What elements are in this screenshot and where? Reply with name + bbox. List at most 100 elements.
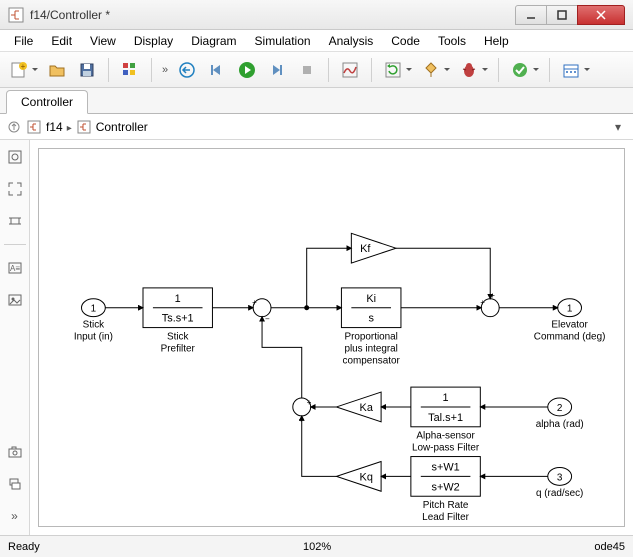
svg-text:Input (in): Input (in) <box>74 331 113 342</box>
svg-text:Prefilter: Prefilter <box>161 343 196 354</box>
svg-text:1: 1 <box>175 293 181 305</box>
run-button[interactable] <box>234 57 260 83</box>
chevron-down-icon <box>584 68 590 74</box>
breadcrumb-separator <box>67 120 72 134</box>
block-outport-1[interactable]: 1 Elevator Command (deg) <box>534 299 606 343</box>
svg-text:3: 3 <box>557 472 563 483</box>
diagram-canvas[interactable]: 1 Stick Input (in) 1 Ts.s+1 Stick Prefil… <box>38 148 625 527</box>
more-tools-button[interactable]: » <box>4 505 26 527</box>
svg-text:Ka: Ka <box>360 402 374 414</box>
svg-text:+: + <box>480 298 485 307</box>
minimize-button[interactable] <box>515 5 547 25</box>
chevron-down-icon <box>482 68 488 74</box>
block-stick-prefilter[interactable]: 1 Ts.s+1 Stick Prefilter <box>143 288 212 354</box>
debug-button[interactable] <box>456 57 482 83</box>
menu-help[interactable]: Help <box>476 32 517 50</box>
stop-button[interactable] <box>294 57 320 83</box>
find-button[interactable] <box>4 473 26 495</box>
separator <box>328 58 329 82</box>
image-button[interactable] <box>4 289 26 311</box>
block-inport-2[interactable]: 2 alpha (rad) <box>536 398 584 430</box>
svg-text:1: 1 <box>91 304 97 315</box>
breadcrumb-bar: f14 Controller ▾ <box>0 114 633 140</box>
svg-text:s: s <box>368 313 374 325</box>
subsystem-icon <box>76 119 92 135</box>
breadcrumb-root[interactable]: f14 <box>46 120 63 134</box>
separator <box>549 58 550 82</box>
block-gain-kf[interactable]: Kf <box>351 233 396 263</box>
tab-controller[interactable]: Controller <box>6 90 88 114</box>
screenshot-button[interactable] <box>4 441 26 463</box>
toolbar: + » <box>0 52 633 88</box>
svg-text:Proportional: Proportional <box>344 331 397 342</box>
model-advisor-button[interactable] <box>507 57 533 83</box>
close-button[interactable] <box>577 5 625 25</box>
block-sum-3[interactable]: + + <box>293 398 312 424</box>
svg-text:Alpha-sensor: Alpha-sensor <box>416 431 475 442</box>
chevron-down-icon <box>533 68 539 74</box>
menu-simulation[interactable]: Simulation <box>247 32 319 50</box>
menu-diagram[interactable]: Diagram <box>183 32 244 50</box>
svg-text:+: + <box>307 398 312 407</box>
block-alpha-filter[interactable]: 1 Tal.s+1 Alpha-sensor Low-pass Filter <box>411 387 480 453</box>
block-integrator-ki[interactable]: Ki s Proportional plus integral compensa… <box>341 288 401 366</box>
svg-text:Stick: Stick <box>83 320 105 331</box>
update-diagram-button[interactable] <box>380 57 406 83</box>
menu-edit[interactable]: Edit <box>43 32 80 50</box>
menu-display[interactable]: Display <box>126 32 181 50</box>
separator <box>498 58 499 82</box>
svg-text:Command (deg): Command (deg) <box>534 331 606 342</box>
step-forward-button[interactable] <box>264 57 290 83</box>
annotation-button[interactable]: A≡ <box>4 257 26 279</box>
svg-text:Stick: Stick <box>167 331 189 342</box>
status-zoom[interactable]: 102% <box>40 541 595 553</box>
block-gain-kq[interactable]: Kq <box>336 462 381 492</box>
library-browser-button[interactable] <box>117 57 143 83</box>
overflow-icon[interactable]: » <box>160 64 170 76</box>
svg-text:Low-pass Filter: Low-pass Filter <box>412 443 480 454</box>
status-solver[interactable]: ode45 <box>594 541 625 553</box>
svg-text:Lead Filter: Lead Filter <box>422 512 470 523</box>
chevron-down-icon <box>32 68 38 74</box>
breadcrumb-dropdown[interactable]: ▾ <box>615 120 627 134</box>
chevron-down-icon <box>406 68 412 74</box>
svg-text:1: 1 <box>443 392 449 404</box>
menu-view[interactable]: View <box>82 32 124 50</box>
menu-tools[interactable]: Tools <box>430 32 474 50</box>
breadcrumb-current[interactable]: Controller <box>96 120 148 134</box>
build-button[interactable] <box>418 57 444 83</box>
menu-analysis[interactable]: Analysis <box>321 32 382 50</box>
step-back-once-button[interactable] <box>204 57 230 83</box>
data-inspector-button[interactable] <box>337 57 363 83</box>
toggle-perspective-button[interactable] <box>4 210 26 232</box>
save-button[interactable] <box>74 57 100 83</box>
menu-file[interactable]: File <box>6 32 41 50</box>
signal-lines <box>105 248 557 476</box>
maximize-button[interactable] <box>546 5 578 25</box>
block-gain-ka[interactable]: Ka <box>336 392 381 422</box>
block-inport-3[interactable]: 3 q (rad/sec) <box>536 467 583 499</box>
svg-text:Kq: Kq <box>360 471 373 483</box>
window-title: f14/Controller * <box>30 8 516 22</box>
svg-text:1: 1 <box>567 304 573 315</box>
block-pitch-filter[interactable]: s+W1 s+W2 Pitch Rate Lead Filter <box>411 457 480 523</box>
step-back-button[interactable] <box>174 57 200 83</box>
open-button[interactable] <box>44 57 70 83</box>
svg-text:plus integral: plus integral <box>344 343 397 354</box>
palette: A≡ » <box>0 140 30 535</box>
zoom-fit-button[interactable] <box>4 146 26 168</box>
svg-text:+: + <box>252 298 257 307</box>
svg-text:+: + <box>490 291 495 300</box>
title-bar: f14/Controller * <box>0 0 633 30</box>
schedule-button[interactable] <box>558 57 584 83</box>
svg-text:−: − <box>265 315 270 324</box>
block-inport-1[interactable]: 1 Stick Input (in) <box>74 299 113 343</box>
fit-to-view-button[interactable] <box>4 178 26 200</box>
tab-bar: Controller <box>0 88 633 114</box>
status-ready: Ready <box>8 541 40 553</box>
status-bar: Ready 102% ode45 <box>0 535 633 557</box>
svg-text:compensator: compensator <box>343 355 401 366</box>
nav-up-button[interactable] <box>6 119 22 135</box>
new-model-button[interactable]: + <box>6 57 32 83</box>
menu-code[interactable]: Code <box>383 32 428 50</box>
